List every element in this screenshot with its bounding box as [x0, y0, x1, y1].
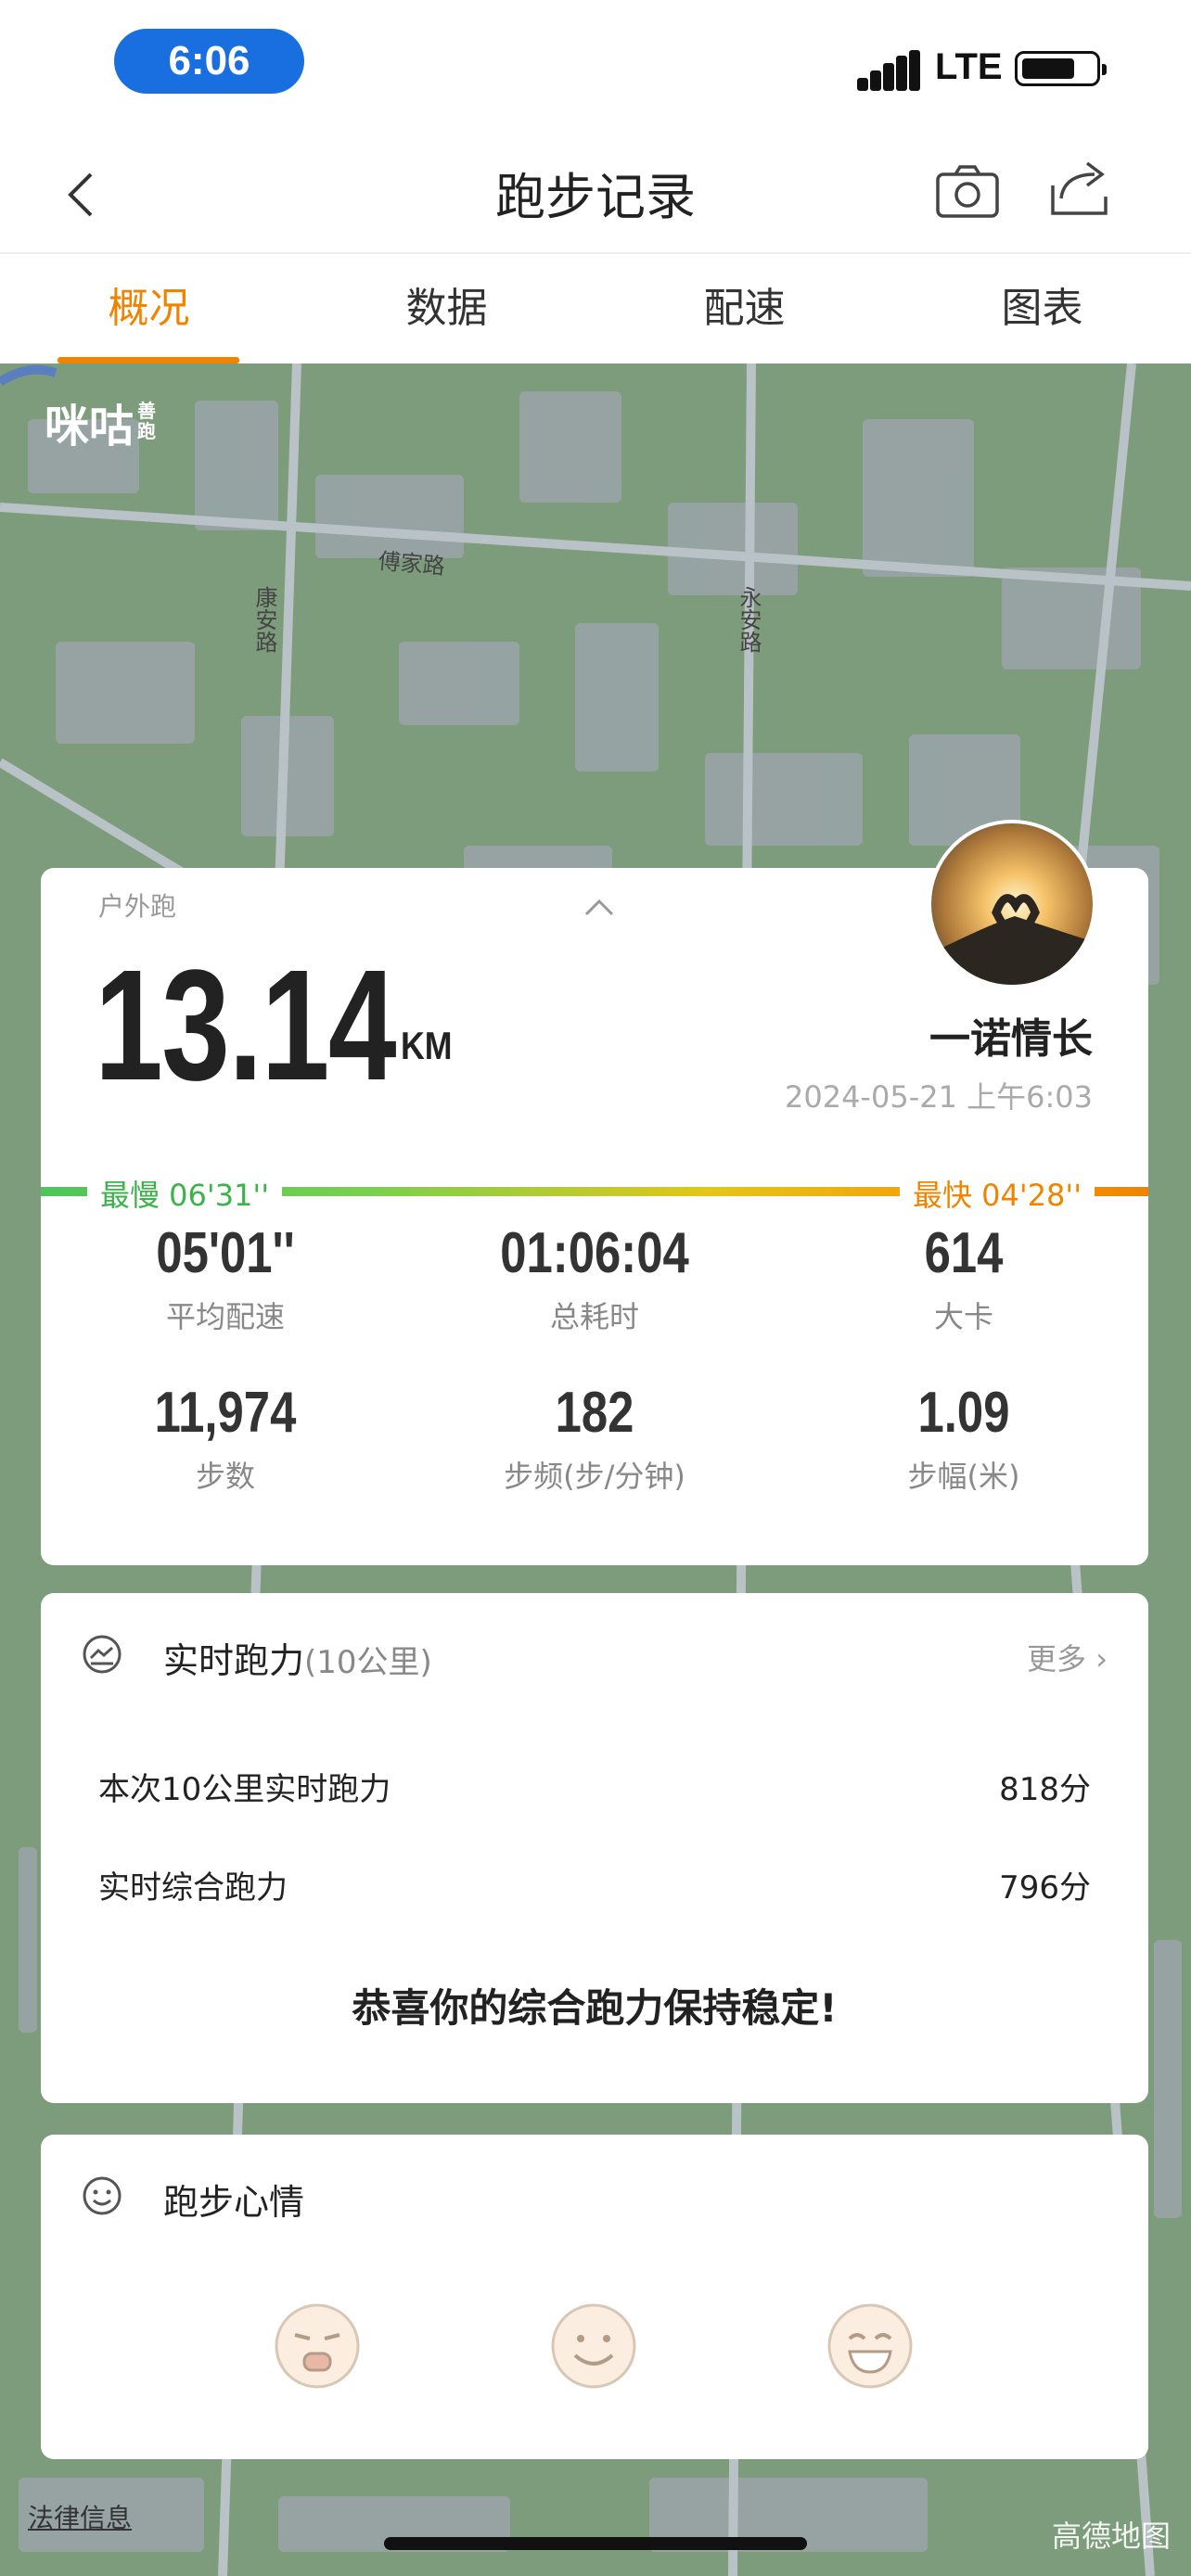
stat-label: 总耗时 — [549, 1299, 639, 1334]
app-logo: 咪咕 善跑 — [45, 389, 160, 454]
chevron-up-icon[interactable] — [581, 896, 618, 918]
logo-text: 咪咕 — [45, 402, 134, 452]
distance-value: 13.14 — [95, 937, 397, 1114]
stat-value: 182 — [555, 1381, 634, 1445]
fastest-pace: 最快 04'28'' — [900, 1172, 1095, 1215]
stat-label: 步数 — [195, 1459, 255, 1494]
stat-label: 大卡 — [933, 1299, 993, 1334]
slowest-pace: 最慢 06'31'' — [87, 1172, 283, 1215]
section-title: 实时跑力(10公里) — [163, 1632, 432, 1683]
stat-value: 614 — [924, 1221, 1004, 1285]
nav-bar: 跑步记录 — [0, 130, 1191, 254]
logo-subtext: 善跑 — [137, 402, 157, 442]
stat-steps: 11,974 步数 — [41, 1380, 410, 1496]
power-row-label: 本次10公里实时跑力 — [98, 1771, 391, 1808]
stat-stride: 1.09 步幅(米) — [779, 1380, 1148, 1496]
run-type: 户外跑 — [98, 891, 177, 922]
stat-label: 步频(步/分钟) — [504, 1459, 685, 1494]
signal-icon — [857, 50, 920, 91]
stat-label: 平均配速 — [165, 1299, 285, 1334]
page-title: 跑步记录 — [495, 168, 696, 226]
road-label: 康安路 — [251, 586, 277, 653]
power-row-value: 818分 — [999, 1771, 1091, 1808]
battery-icon — [1015, 51, 1107, 86]
username: 一诺情长 — [929, 1015, 1093, 1063]
mood-smile-icon[interactable] — [549, 2302, 638, 2391]
power-message: 恭喜你的综合跑力保持稳定! — [352, 1985, 838, 2031]
home-indicator[interactable] — [384, 2537, 807, 2550]
run-datetime: 2024-05-21 上午6:03 — [784, 1079, 1093, 1115]
network-type: LTE — [935, 46, 1003, 87]
power-row: 本次10公里实时跑力 818分 — [98, 1764, 1091, 1809]
mood-happy-icon[interactable] — [826, 2302, 915, 2391]
tab-data[interactable]: 数据 — [298, 254, 596, 363]
running-power-card: 实时跑力(10公里) 更多 › 本次10公里实时跑力 818分 实时综合跑力 7… — [41, 1593, 1148, 2103]
section-title: 跑步心情 — [163, 2182, 305, 2223]
tab-bar: 概况 数据 配速 图表 — [0, 254, 1191, 363]
stat-value: 11,974 — [154, 1381, 297, 1445]
run-summary-card: 户外跑 13.14 KM 一诺情长 2024-05-21 上午6:03 最慢 0… — [41, 820, 1148, 1565]
avatar[interactable] — [928, 820, 1096, 988]
road-label: 傅家路 — [377, 547, 446, 580]
power-row: 实时综合跑力 796分 — [98, 1862, 1091, 1907]
camera-icon — [936, 165, 999, 218]
trend-icon — [83, 1635, 122, 1674]
stat-label: 步幅(米) — [907, 1459, 1020, 1494]
stat-avg-pace: 05'01'' 平均配速 — [41, 1220, 410, 1336]
stat-total-time: 01:06:04 总耗时 — [410, 1220, 779, 1336]
power-row-label: 实时综合跑力 — [98, 1869, 288, 1906]
road-label: 永安路 — [736, 586, 762, 653]
legal-info-link[interactable]: 法律信息 — [28, 2498, 132, 2535]
running-mood-card: 跑步心情 — [41, 2135, 1148, 2459]
power-subtitle: (10公里) — [304, 1644, 432, 1681]
stat-value: 1.09 — [917, 1381, 1010, 1445]
tab-chart[interactable]: 图表 — [893, 254, 1191, 363]
share-icon — [1051, 161, 1108, 215]
tab-overview[interactable]: 概况 — [0, 254, 298, 363]
status-time: 6:06 — [114, 29, 304, 94]
more-link[interactable]: 更多 › — [1027, 1636, 1108, 1678]
stat-value: 05'01'' — [156, 1221, 295, 1285]
map-provider: 高德地图 — [1052, 2519, 1172, 2554]
tab-pace[interactable]: 配速 — [596, 254, 893, 363]
share-button[interactable] — [1048, 158, 1113, 219]
camera-button[interactable] — [935, 163, 1000, 219]
stat-value: 01:06:04 — [500, 1221, 689, 1285]
stat-calories: 614 大卡 — [779, 1220, 1148, 1336]
pace-range-bar: 最慢 06'31'' 最快 04'28'' — [41, 1165, 1148, 1217]
power-row-value: 796分 — [999, 1869, 1091, 1906]
mood-tired-icon[interactable] — [273, 2302, 362, 2391]
smile-icon — [83, 2176, 122, 2215]
power-title-text: 实时跑力 — [163, 1640, 305, 1681]
status-bar: 6:06 LTE — [0, 0, 1191, 130]
distance-unit: KM — [401, 1024, 453, 1067]
stat-cadence: 182 步频(步/分钟) — [410, 1380, 779, 1496]
